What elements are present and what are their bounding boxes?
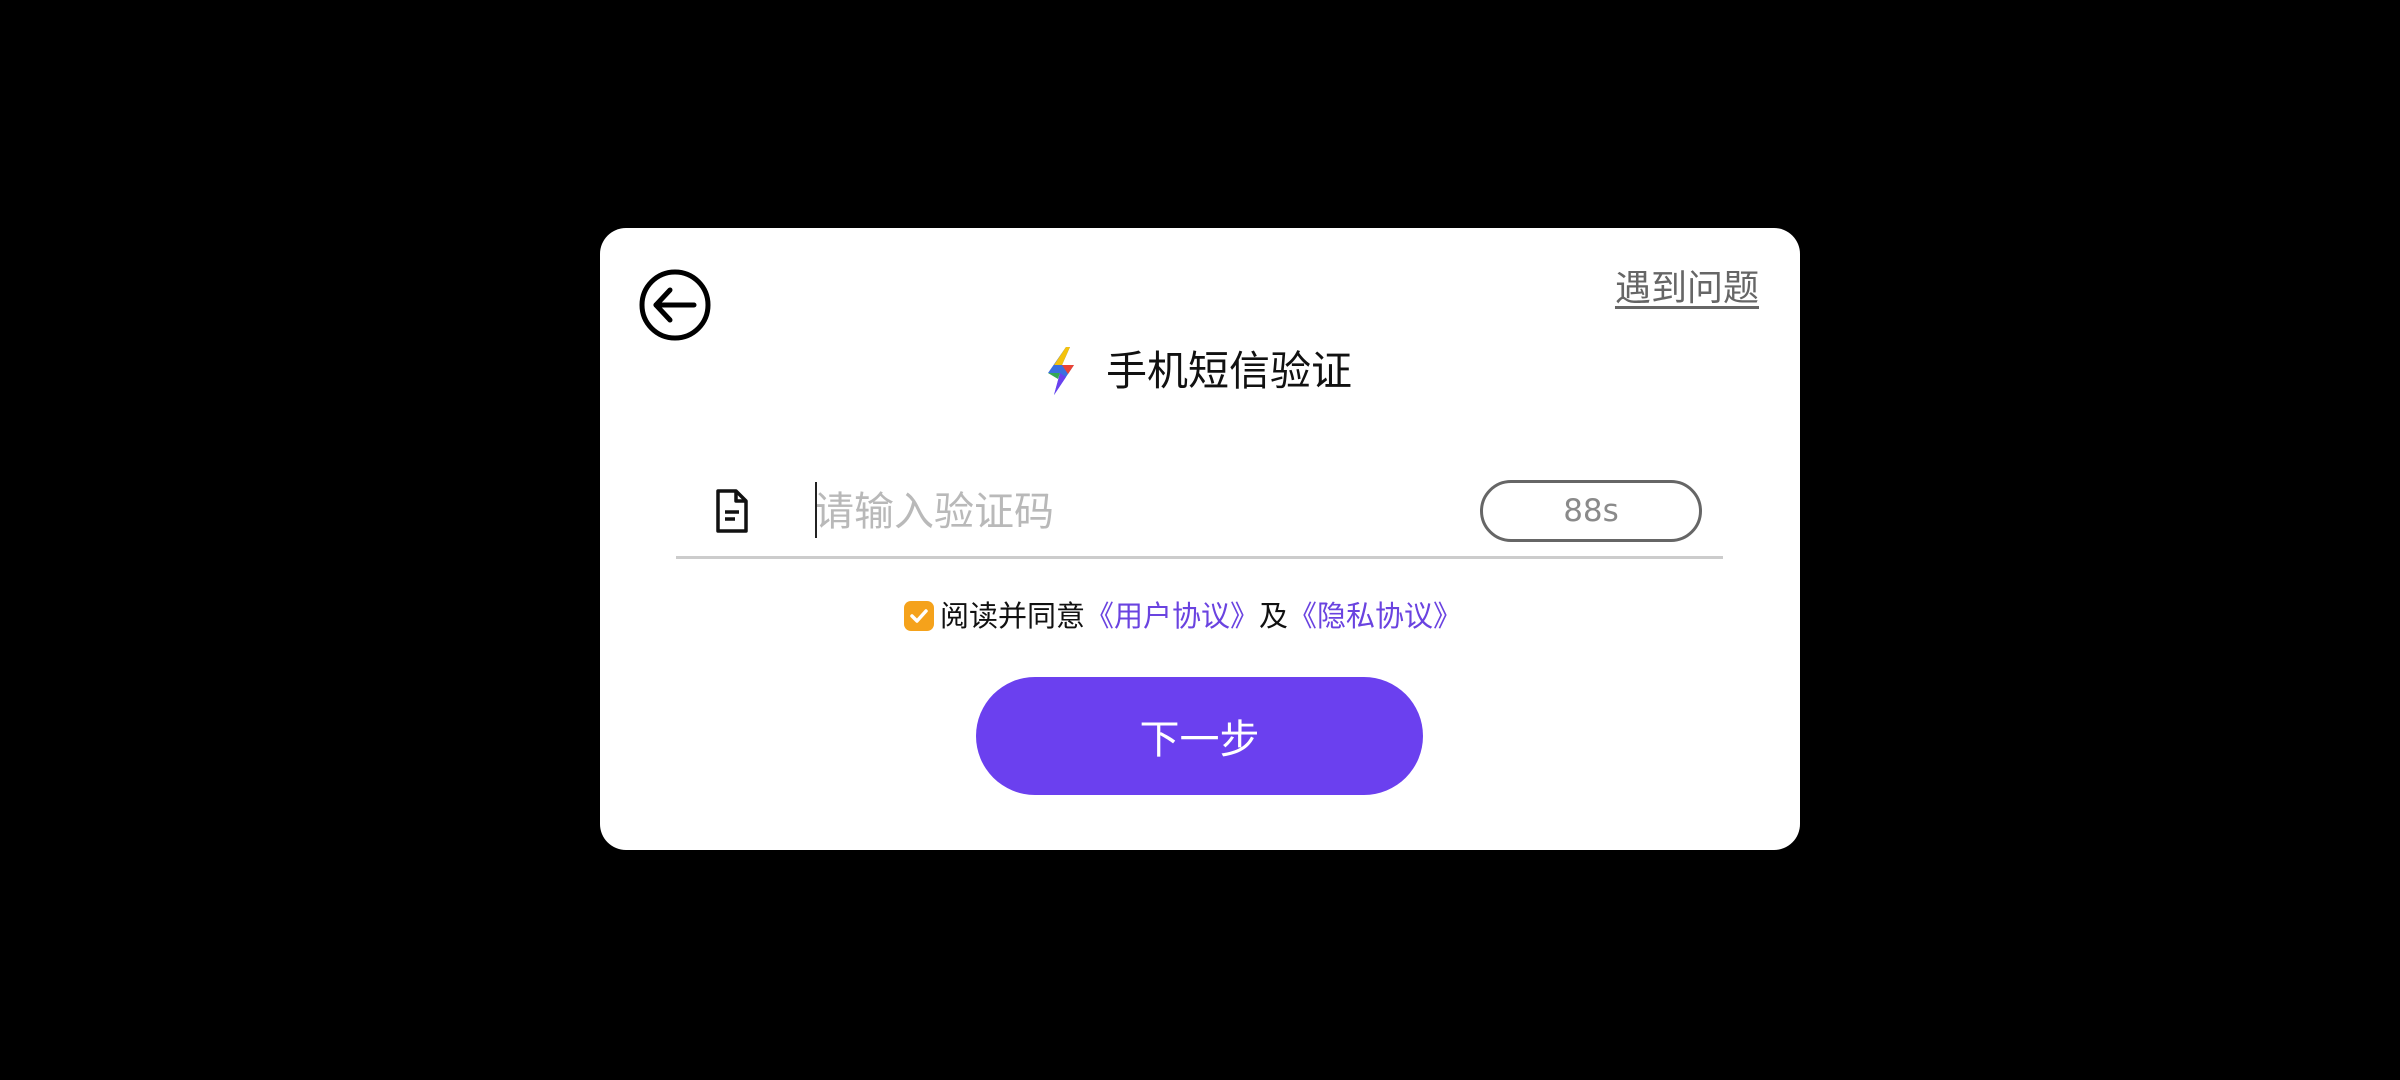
privacy-policy-link[interactable]: 《隐私协议》 [1288, 601, 1462, 631]
back-arrow-icon [639, 269, 711, 341]
checkmark-icon [910, 609, 928, 623]
user-agreement-link[interactable]: 《用户协议》 [1085, 601, 1259, 631]
sms-verification-dialog: 遇到问题 手机短信验证 88s 阅读并同意 《用户协议》 及 《 [600, 228, 1800, 850]
code-input-row: 88s [676, 468, 1723, 559]
resend-countdown-button[interactable]: 88s [1480, 480, 1702, 542]
verification-code-input[interactable] [814, 482, 1414, 542]
title-row: 手机短信验证 [600, 341, 1800, 401]
help-link[interactable]: 遇到问题 [1615, 271, 1759, 307]
agreement-conjunction: 及 [1259, 598, 1289, 633]
back-button[interactable] [638, 268, 712, 342]
dialog-title: 手机短信验证 [1106, 346, 1352, 395]
agreement-checkbox[interactable] [903, 601, 934, 631]
agreement-prefix: 阅读并同意 [939, 598, 1085, 633]
next-step-button[interactable]: 下一步 [976, 677, 1423, 795]
lightning-bolt-icon [1048, 347, 1074, 395]
agreement-row: 阅读并同意 《用户协议》 及 《隐私协议》 [600, 596, 1800, 636]
text-caret [815, 482, 817, 538]
document-icon [716, 489, 748, 533]
